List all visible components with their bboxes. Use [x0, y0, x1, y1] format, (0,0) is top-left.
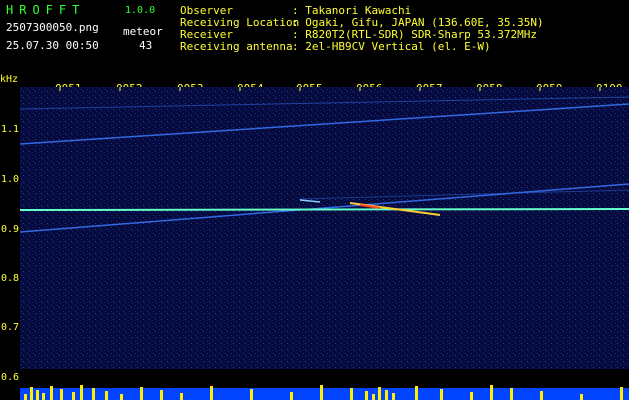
signal-peak	[392, 393, 395, 400]
signal-peak	[620, 387, 623, 400]
info-key-antenna: Receiving antenna	[180, 40, 293, 53]
spectrogram-svg	[19, 87, 629, 369]
signal-peak	[490, 385, 493, 400]
app-version: 1.0.0	[125, 5, 156, 16]
signal-peak	[372, 394, 375, 400]
signal-peak	[50, 386, 53, 400]
signal-peak	[210, 386, 213, 400]
signal-peak	[365, 391, 368, 400]
signal-peak	[415, 386, 418, 400]
signal-peak	[180, 393, 183, 400]
noise-background	[20, 87, 629, 369]
filename: 2507300050.png	[6, 21, 99, 34]
signal-peak	[470, 392, 473, 400]
signal-peak	[42, 393, 45, 400]
spectrogram-window: HROFFT 1.0.0 2507300050.png 25.07.30 00:…	[0, 0, 629, 400]
signal-peak	[378, 387, 381, 400]
signal-peak	[510, 388, 513, 400]
signal-peak	[385, 390, 388, 400]
signal-peak	[160, 390, 163, 400]
signal-peak	[92, 388, 95, 400]
signal-peak	[60, 389, 63, 400]
signal-peak	[290, 392, 293, 400]
spectrogram-plot	[19, 87, 629, 369]
signal-peak	[580, 394, 583, 400]
signal-peak	[140, 387, 143, 400]
noise-floor-band	[20, 388, 629, 400]
carrier-trace	[19, 208, 629, 211]
freq-tick: 1.0	[1, 174, 20, 185]
datetime: 25.07.30 00:50	[6, 39, 99, 52]
freq-tick: 0.6	[1, 372, 20, 383]
signal-peak	[72, 392, 75, 400]
signal-peak	[30, 387, 33, 400]
signal-peak	[250, 389, 253, 400]
signal-peak	[105, 391, 108, 400]
signal-peak	[540, 391, 543, 400]
signal-peak	[80, 385, 83, 400]
freq-tick: 0.9	[1, 224, 20, 235]
app-name: HROFFT	[6, 3, 86, 17]
signal-strength-svg	[20, 385, 629, 400]
signal-peak	[120, 394, 123, 400]
signal-peak	[440, 389, 443, 400]
freq-tick: 1.1	[1, 124, 20, 135]
header-panel: HROFFT 1.0.0 2507300050.png 25.07.30 00:…	[0, 0, 629, 72]
signal-peak	[320, 385, 323, 400]
freq-tick: 0.7	[1, 322, 20, 333]
signal-strength-strip	[20, 370, 629, 400]
count-label: meteor	[123, 25, 163, 38]
freq-tick: 0.8	[1, 273, 20, 284]
frequency-unit-label: kHz	[0, 74, 19, 85]
signal-peak	[24, 394, 27, 400]
signal-peak	[36, 390, 39, 400]
info-value-antenna: : 2el-HB9CV Vertical (el. E-W)	[292, 40, 491, 53]
count-value: 43	[139, 39, 153, 52]
signal-peak	[350, 388, 353, 400]
